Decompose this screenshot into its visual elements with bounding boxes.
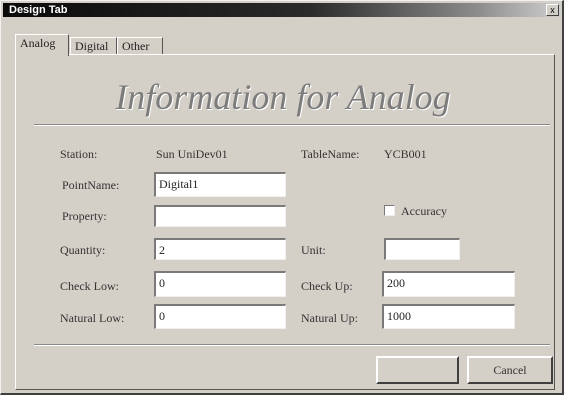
page-title: Information for Analog	[115, 77, 451, 117]
point-name-label: PointName:	[62, 178, 120, 192]
property-label: Property:	[62, 209, 107, 223]
point-name-field[interactable]: Digital1	[154, 172, 286, 197]
accuracy-checkbox[interactable]	[384, 205, 395, 216]
check-up-field[interactable]: 200	[382, 271, 515, 297]
quantity-label: Quantity:	[60, 243, 106, 257]
accuracy-label: Accuracy	[401, 204, 447, 218]
station-label: Station:	[60, 147, 98, 161]
tab-analog[interactable]: Analog	[15, 34, 69, 56]
property-field[interactable]	[154, 205, 286, 227]
table-name-value: YCB001	[384, 147, 427, 161]
unit-label: Unit:	[301, 243, 326, 257]
unit-field[interactable]	[384, 238, 460, 260]
quantity-field[interactable]: 2	[154, 238, 286, 260]
check-up-label: Check Up:	[301, 279, 353, 293]
table-name-label: TableName:	[301, 147, 360, 161]
design-tab-dialog: Design Tab x Analog Digital Other Inform…	[0, 0, 564, 395]
divider-top	[34, 124, 550, 126]
close-icon[interactable]: x	[546, 4, 559, 16]
tab-digital[interactable]: Digital	[70, 37, 117, 55]
title-bar[interactable]: Design Tab x	[3, 3, 561, 17]
check-low-field[interactable]: 0	[154, 271, 286, 297]
natural-low-label: Natural Low:	[60, 311, 125, 325]
window-title: Design Tab	[9, 4, 68, 16]
check-low-label: Check Low:	[60, 279, 119, 293]
natural-low-field[interactable]: 0	[154, 304, 286, 329]
tab-other[interactable]: Other	[117, 37, 163, 55]
divider-bottom	[34, 344, 550, 346]
cancel-button[interactable]: Cancel	[467, 356, 553, 384]
natural-up-label: Natural Up:	[301, 311, 358, 325]
ok-button[interactable]	[376, 356, 459, 384]
natural-up-field[interactable]: 1000	[382, 304, 515, 329]
station-value: Sun UniDev01	[156, 147, 228, 161]
